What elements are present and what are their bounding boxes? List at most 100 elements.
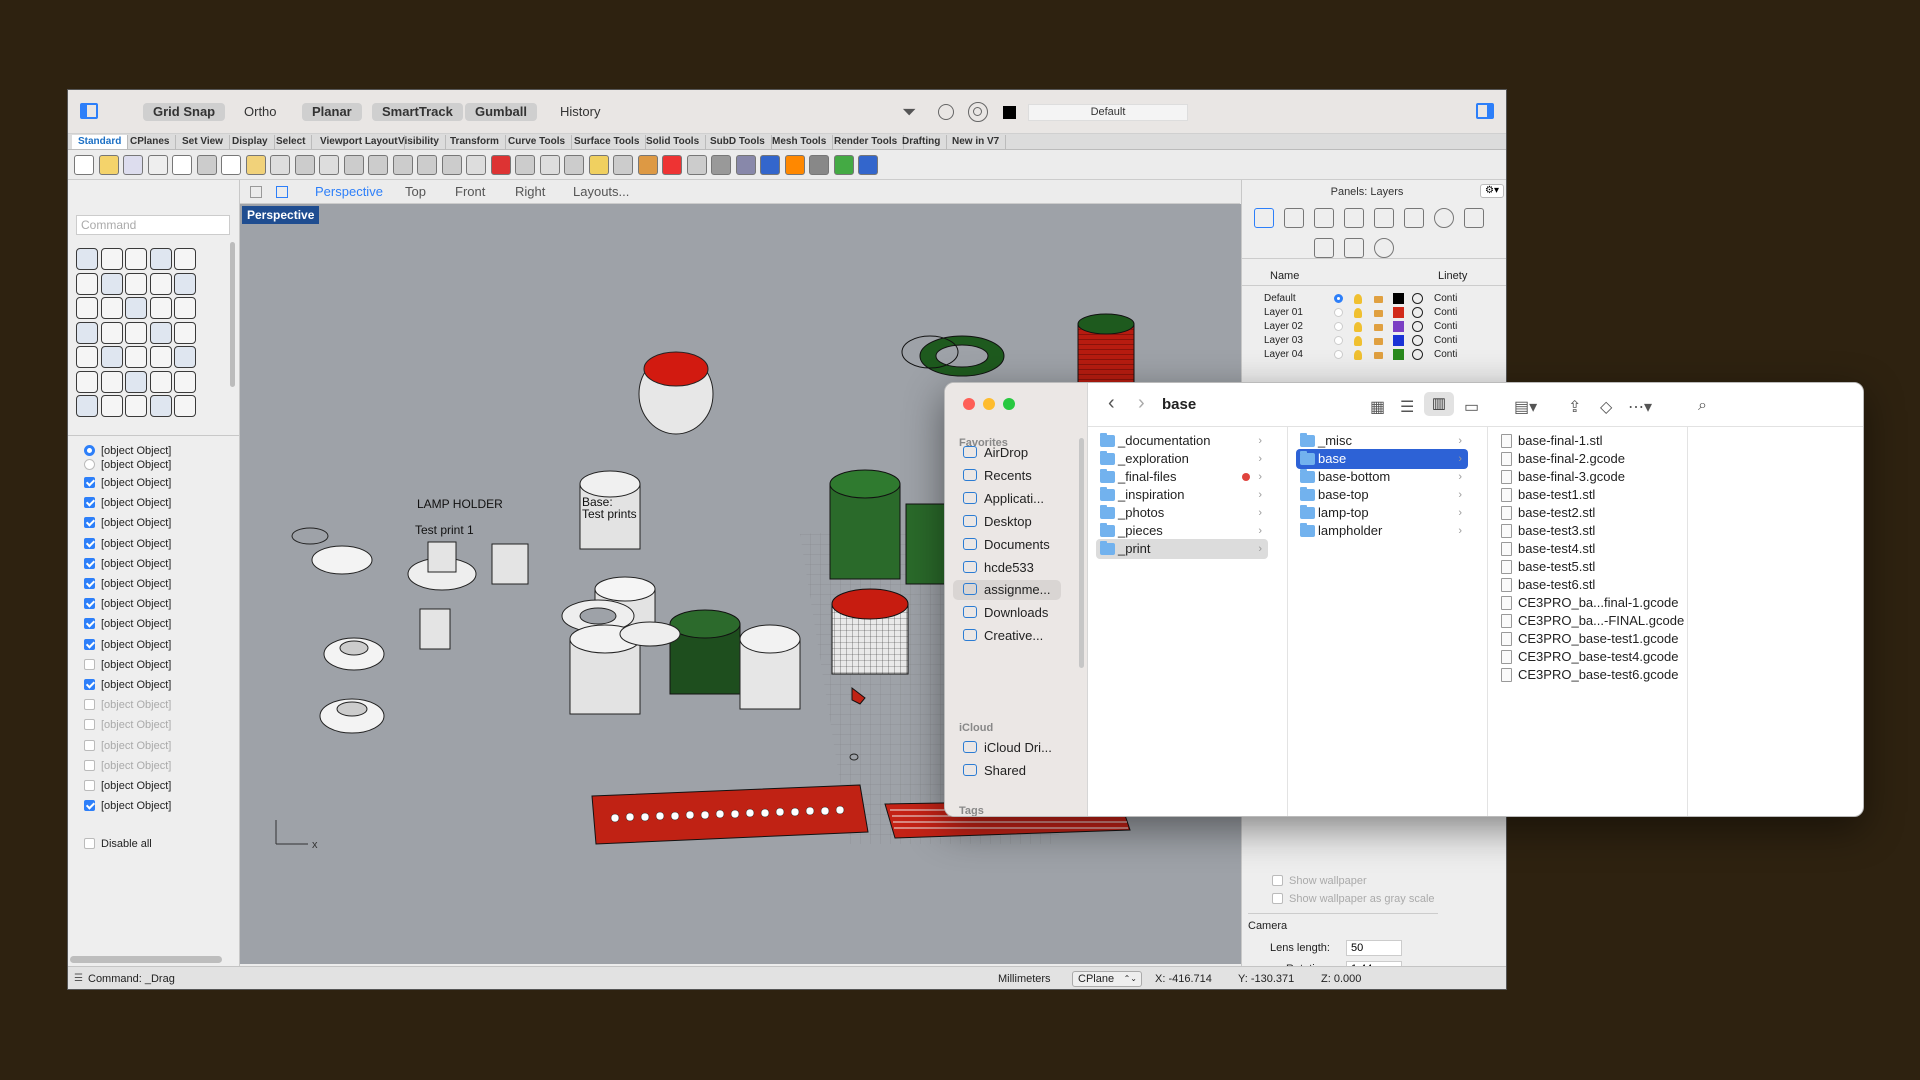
object-panel-icon[interactable] [1344,208,1364,228]
file-item[interactable]: CE3PRO_base-test4.gcode [1496,647,1678,667]
tab-render-tools[interactable]: Render Tools [828,135,905,149]
render-panel-icon[interactable] [1344,238,1364,258]
lock-icon[interactable] [1374,310,1383,317]
file-item[interactable]: base-test4.stl [1496,539,1676,559]
folder-item[interactable]: _inspiration › [1096,485,1268,505]
folder-item[interactable]: _documentation › [1096,431,1268,451]
sidebar-item-applicati-[interactable]: Applicati... [963,489,1044,509]
current-layer-radio[interactable] [1334,308,1343,317]
filter-icon[interactable]: ⏷ [902,102,916,123]
undo-icon[interactable] [270,155,290,175]
sidebar-item-creative-[interactable]: Creative... [963,626,1043,646]
group-tool-icon[interactable] [100,370,123,393]
snap-knot[interactable]: [object Object] [84,658,171,672]
mesh-tool-icon[interactable] [100,395,123,417]
layer-color-swatch[interactable] [1393,307,1404,318]
move-icon[interactable] [319,155,339,175]
four-view-icon[interactable] [466,155,486,175]
extrude-tool-icon[interactable] [100,297,123,319]
snap-vertex[interactable]: [object Object] [84,678,171,692]
toggle-ortho[interactable]: Ortho [234,103,287,121]
lock-icon[interactable] [1374,338,1383,345]
tab-drafting[interactable]: Drafting [896,135,948,149]
folder-item[interactable]: _pieces › [1096,521,1268,541]
cylinder-tool-icon[interactable] [174,297,196,319]
share-icon[interactable]: ⇪ [1568,397,1581,417]
sidebar-scrollbar[interactable] [1079,438,1084,668]
new-icon[interactable] [74,155,94,175]
viewport-title[interactable]: Perspective [242,206,320,224]
text-tool-icon[interactable] [174,346,196,368]
hide-icon[interactable] [539,155,560,175]
document-panel-icon[interactable] [1314,208,1334,228]
snap-midpoint[interactable]: [object Object] [84,537,171,551]
snap-project[interactable]: [object Object] [84,779,171,793]
visibility-bulb-icon[interactable] [1354,350,1362,360]
plane-tool-icon[interactable] [76,321,98,344]
file-item[interactable]: CE3PRO_ba...-FINAL.gcode [1496,611,1684,631]
grid-tool-icon[interactable] [76,395,98,417]
layer-linetype[interactable]: Conti [1434,321,1457,332]
layers-header-name[interactable]: Name [1270,270,1299,282]
palette-scrollbar[interactable] [230,242,235,387]
tab-top[interactable]: Top [405,184,426,199]
array-tool-icon[interactable] [76,370,98,393]
snap-end[interactable]: [object Object] [84,476,171,490]
zoom-window-icon[interactable] [368,155,388,175]
visibility-bulb-icon[interactable] [1354,336,1362,346]
polyline-tool-icon[interactable] [125,248,147,270]
ellipse-tool-icon[interactable] [100,272,123,295]
sweep-tool-icon[interactable] [125,321,147,344]
tab-new-in-v7[interactable]: New in V7 [946,135,1007,149]
fillet-tool-icon[interactable] [174,272,196,295]
trim-tool-icon[interactable] [149,321,172,344]
sidebar-toggle-icon[interactable] [80,103,98,119]
snap-smarttrack[interactable]: [object Object] [84,799,171,813]
toggle-gumball[interactable]: Gumball [465,103,538,121]
layer-row[interactable]: Default Conti [1242,292,1506,306]
tab-select[interactable]: Select [270,135,313,149]
layer-row[interactable]: Layer 03 Conti [1242,334,1506,348]
snap-quadrant[interactable]: [object Object] [84,638,171,652]
named-cplanes-panel-icon[interactable] [1374,208,1394,228]
search-icon[interactable]: ⌕ [1698,397,1707,415]
copy-icon[interactable] [221,155,241,175]
file-item[interactable]: CE3PRO_base-test6.gcode [1496,665,1678,685]
tab-right[interactable]: Right [515,184,545,199]
arctic-icon[interactable] [735,155,756,175]
file-item[interactable]: base-final-3.gcode [1496,467,1676,487]
tab-visibility[interactable]: Visibility [392,135,446,149]
cplane-select[interactable]: CPlane ⌃⌄ [1072,971,1142,987]
column-view-icon[interactable]: ▥ [1424,392,1454,416]
icon-view-icon[interactable]: ▦ [1370,397,1385,417]
tools-panel-icon[interactable] [1464,208,1484,228]
layer-linetype[interactable]: Conti [1434,349,1457,360]
target-icon[interactable] [968,102,988,122]
zoom-extents-icon[interactable] [392,155,413,175]
tab-front[interactable]: Front [455,184,485,199]
car-icon[interactable] [490,155,511,175]
tab-display[interactable]: Display [226,135,275,149]
tab-perspective[interactable]: Perspective [315,184,383,199]
current-layer-radio[interactable] [1334,322,1343,331]
folder-item[interactable]: lamp-top › [1296,503,1468,523]
sphere-tool-icon[interactable] [149,297,172,319]
layers-panel-icon[interactable] [1254,208,1274,228]
analyze-tool-icon[interactable] [174,395,196,417]
point-tool-icon[interactable] [100,248,123,270]
forward-icon[interactable]: › [1138,392,1145,415]
display-panel-icon[interactable] [1404,208,1424,228]
lens-length-input[interactable]: 50 [1346,940,1402,956]
hatch-tool-icon[interactable] [174,370,196,393]
current-layer-radio[interactable] [1334,336,1343,345]
sidebar-item-desktop[interactable]: Desktop [963,512,1032,532]
file-item[interactable]: base-test3.stl [1496,521,1676,541]
layers-header-linetype[interactable]: Linety [1438,270,1467,282]
group-icon[interactable]: ▤▾ [1514,397,1537,417]
pan-icon[interactable] [294,155,315,175]
tab-set-view[interactable]: Set View [176,135,230,149]
sidebar-item-recents[interactable]: Recents [963,466,1032,486]
snap-mode-persistent[interactable]: [object Object] [84,444,171,458]
grid-layout-icon[interactable] [250,186,262,198]
zoom-selected-icon[interactable] [417,155,437,175]
